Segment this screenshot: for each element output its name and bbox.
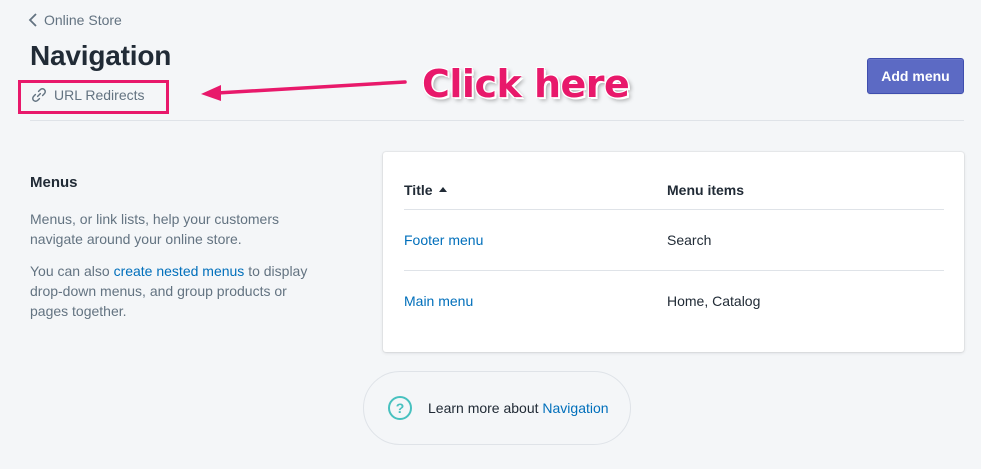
footer-help: ? Learn more about Navigation <box>363 371 631 445</box>
breadcrumb[interactable]: Online Store <box>28 12 122 28</box>
title-header-label: Title <box>404 182 433 198</box>
navigation-help-link[interactable]: Navigation <box>542 400 608 416</box>
create-nested-menus-link[interactable]: create nested menus <box>114 263 245 279</box>
sort-ascending-icon <box>438 186 447 192</box>
page-title: Navigation <box>30 40 172 71</box>
section-heading: Menus <box>30 174 78 191</box>
add-menu-button[interactable]: Add menu <box>867 58 964 94</box>
annotation-arrow-icon <box>201 80 407 101</box>
link-icon <box>32 88 46 102</box>
menu-items-column-header: Menu items <box>667 182 745 198</box>
breadcrumb-label: Online Store <box>44 12 122 28</box>
page: Online Store Navigation URL Redirects Cl… <box>0 0 981 469</box>
menus-card: Title Menu items Footer menu Search Main… <box>383 152 964 352</box>
url-redirects-label: URL Redirects <box>54 87 145 103</box>
header-divider <box>30 120 964 121</box>
question-circle-icon: ? <box>388 396 412 420</box>
footer-help-text: Learn more about Navigation <box>428 400 609 416</box>
footer-help-label: Learn more about <box>428 400 543 416</box>
table-row-title-link[interactable]: Footer menu <box>404 232 483 248</box>
row-divider <box>404 209 944 210</box>
section-description-nested: You can also create nested menus to disp… <box>30 261 320 321</box>
section-description: Menus, or link lists, help your customer… <box>30 211 279 247</box>
table-row-items: Search <box>667 232 712 248</box>
title-column-header[interactable]: Title <box>404 182 447 198</box>
table-row-items: Home, Catalog <box>667 293 761 309</box>
description-text: You can also <box>30 263 114 279</box>
chevron-left-icon <box>28 13 37 27</box>
row-divider <box>404 270 944 271</box>
table-row-title-link[interactable]: Main menu <box>404 293 473 309</box>
url-redirects-button[interactable]: URL Redirects <box>30 86 145 104</box>
annotation-text: Click here <box>422 62 630 106</box>
